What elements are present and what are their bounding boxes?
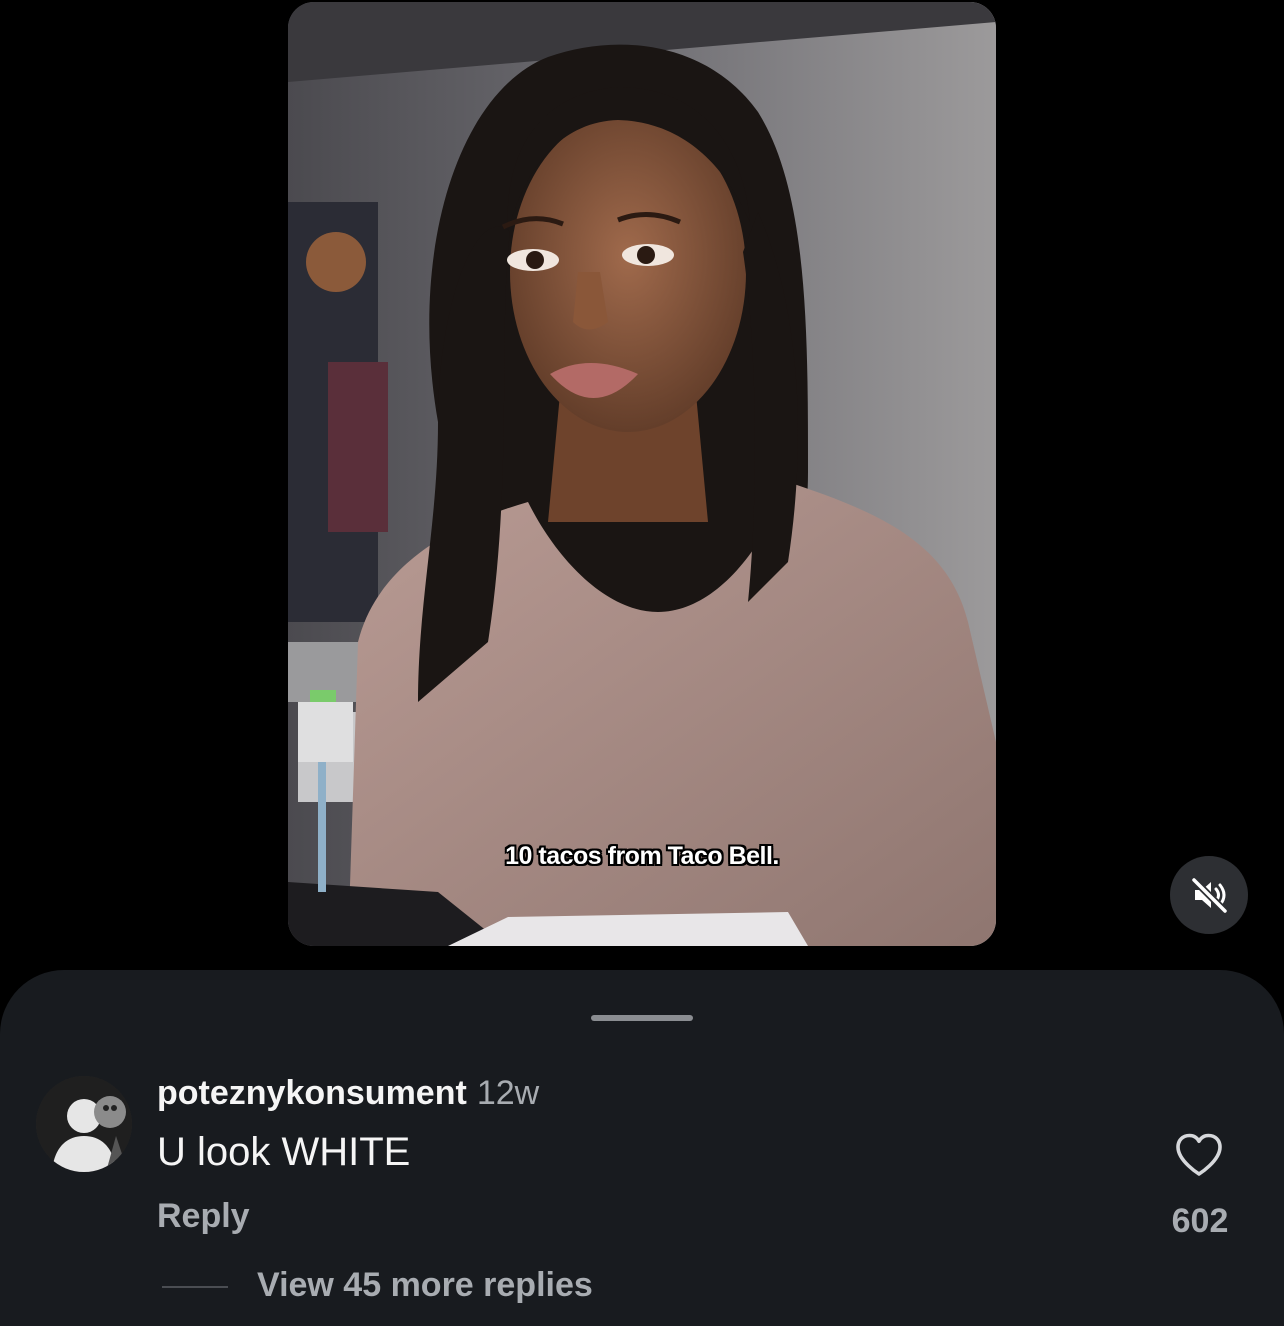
avatar[interactable] xyxy=(36,1076,132,1172)
sheet-grabber-handle[interactable] xyxy=(591,1015,693,1021)
heart-icon[interactable] xyxy=(1174,1132,1224,1178)
user-avatar-icon xyxy=(36,1076,132,1172)
comment-text: U look WHITE xyxy=(157,1130,411,1174)
comments-sheet: poteznykonsument 12w U look WHITE Reply 6… xyxy=(0,970,1284,1326)
view-more-replies-button[interactable]: View 45 more replies xyxy=(257,1266,593,1305)
like-count: 602 xyxy=(1171,1202,1229,1240)
comment-username[interactable]: poteznykonsument xyxy=(157,1074,467,1112)
replies-divider xyxy=(162,1286,228,1288)
video-player[interactable]: 10 tacos from Taco Bell. xyxy=(288,2,996,946)
muted-speaker-icon xyxy=(1190,876,1229,915)
mute-button[interactable] xyxy=(1170,856,1248,934)
video-frame-image xyxy=(288,2,996,946)
video-caption: 10 tacos from Taco Bell. xyxy=(505,842,779,870)
screen: 10 tacos from Taco Bell. poteznykonsumen… xyxy=(0,0,1284,1326)
reply-button[interactable]: Reply xyxy=(157,1197,250,1236)
comment-timestamp: 12w xyxy=(476,1074,540,1112)
comment-header: poteznykonsument 12w xyxy=(157,1074,539,1113)
